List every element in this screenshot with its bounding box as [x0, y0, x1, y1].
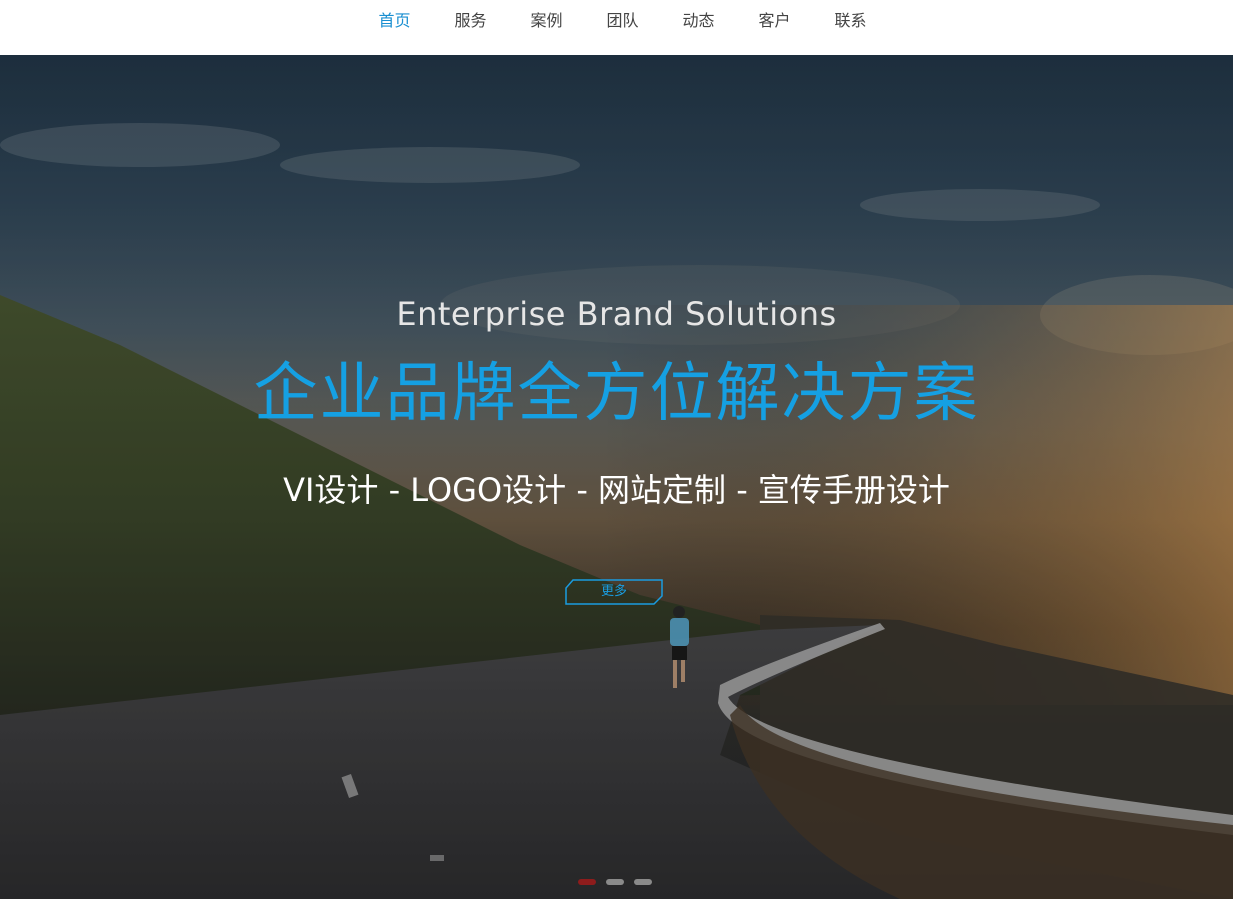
hero-services-list: VI设计 - LOGO设计 - 网站定制 - 宣传手册设计 [283, 471, 950, 509]
nav-item-contact[interactable]: 联系 [835, 0, 867, 42]
hero-banner: Enterprise Brand Solutions 企业品牌全方位解决方案 V… [0, 55, 1233, 899]
slide-dot-3[interactable] [634, 879, 652, 885]
more-button[interactable]: 更多 [565, 579, 663, 605]
slide-dot-1[interactable] [578, 879, 596, 885]
nav-menu: 首页 服务 案例 团队 动态 客户 联系 [0, 0, 1233, 42]
slide-dot-2[interactable] [606, 879, 624, 885]
nav-item-team[interactable]: 团队 [606, 0, 638, 42]
nav-item-news[interactable]: 动态 [683, 0, 715, 42]
nav-item-clients[interactable]: 客户 [759, 0, 791, 42]
nav-item-services[interactable]: 服务 [454, 0, 486, 42]
hero-subtitle: Enterprise Brand Solutions [396, 295, 837, 333]
nav-item-cases[interactable]: 案例 [530, 0, 562, 42]
top-navigation: 首页 服务 案例 团队 动态 客户 联系 [0, 0, 1233, 55]
slider-pagination [578, 879, 652, 885]
nav-item-home[interactable]: 首页 [378, 0, 410, 42]
more-button-label: 更多 [600, 584, 627, 599]
hero-title: 企业品牌全方位解决方案 [253, 357, 980, 431]
